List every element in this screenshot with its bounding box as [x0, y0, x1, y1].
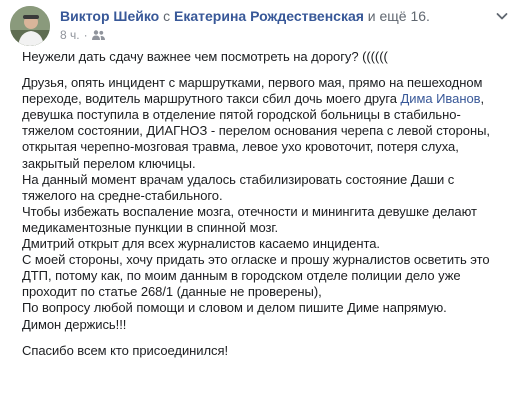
tagged-person[interactable]: Екатерина Рождественская: [174, 8, 364, 24]
separator-dot: ·: [83, 28, 88, 42]
friends-icon[interactable]: [91, 29, 105, 41]
post-body: Неужели дать сдачу важнее чем посмотреть…: [22, 49, 512, 359]
post-paragraph-c: Чтобы избежать воспаление мозга, отечнос…: [22, 203, 477, 235]
mention-link[interactable]: Дима Иванов: [401, 91, 481, 106]
post-paragraph-d: Дмитрий открыт для всех журналистов каса…: [22, 236, 380, 252]
profile-photo: [10, 6, 50, 46]
avatar[interactable]: [10, 6, 50, 46]
author-line: Виктор Шейко с Екатерина Рождественская …: [60, 7, 430, 25]
post-header: Виктор Шейко с Екатерина Рождественская …: [10, 6, 514, 46]
post-paragraph-e: С моей стороны, хочу придать это огласке…: [22, 252, 490, 300]
post-paragraph-a: Друзья, опять инцидент с маршрутками, пе…: [22, 75, 512, 172]
post-paragraph-g: Димон держись!!!: [22, 316, 127, 332]
post-paragraph-h: Спасибо всем кто присоединился!: [22, 342, 229, 358]
timestamp[interactable]: 8 ч.: [60, 27, 80, 43]
chevron-down-icon[interactable]: [494, 8, 510, 24]
post-paragraph-b: На данный момент врачам удалось стабилиз…: [22, 171, 455, 203]
post-line-1: Неужели дать сдачу важнее чем посмотреть…: [22, 49, 388, 64]
with-word: с: [159, 8, 175, 24]
post-paragraph-f: По вопросу любой помощи и словом и делом…: [22, 300, 447, 316]
and-others[interactable]: и ещё 16.: [364, 8, 430, 24]
author-name[interactable]: Виктор Шейко: [60, 8, 159, 24]
post-meta: 8 ч. ·: [60, 27, 105, 43]
